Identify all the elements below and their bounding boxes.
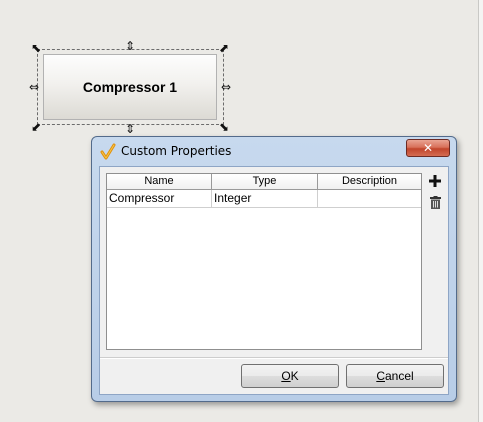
- button-separator: [100, 357, 448, 359]
- close-button[interactable]: ✕: [406, 139, 450, 157]
- dialog-title: Custom Properties: [121, 144, 232, 158]
- resize-handle-bottom-icon[interactable]: ⇕: [123, 122, 137, 136]
- ok-button[interactable]: OK: [241, 364, 339, 388]
- compressor-component[interactable]: Compressor 1: [43, 54, 217, 120]
- plus-icon: [429, 175, 441, 187]
- table-header: Name Type Description: [107, 174, 421, 190]
- cancel-mnemonic: C: [376, 369, 385, 383]
- cell-description[interactable]: [318, 190, 421, 208]
- canvas-scroll-edge: [478, 0, 483, 422]
- brush-check-icon: [100, 143, 116, 161]
- resize-handle-bottom-right-icon[interactable]: ⬊: [217, 120, 231, 134]
- trash-icon: [429, 196, 441, 209]
- component-label: Compressor 1: [82, 79, 178, 95]
- column-header-name[interactable]: Name: [107, 174, 212, 190]
- table-row[interactable]: Compressor Integer: [107, 190, 421, 208]
- delete-property-button[interactable]: [427, 196, 443, 212]
- custom-properties-dialog: Custom Properties ✕ Name Type Descriptio…: [91, 136, 457, 402]
- column-header-type[interactable]: Type: [212, 174, 318, 190]
- dialog-content: Name Type Description Compressor Integer: [99, 166, 449, 395]
- dialog-titlebar[interactable]: Custom Properties ✕: [92, 137, 456, 167]
- close-x-icon: ✕: [422, 141, 434, 155]
- resize-handle-left-icon[interactable]: ⇔: [27, 80, 41, 94]
- resize-handle-right-icon[interactable]: ⇔: [219, 80, 233, 94]
- resize-handle-top-right-icon[interactable]: ⬈: [217, 41, 231, 55]
- column-header-description[interactable]: Description: [318, 174, 421, 190]
- ok-mnemonic: O: [281, 369, 291, 383]
- cancel-button[interactable]: Cancel: [346, 364, 444, 388]
- add-property-button[interactable]: [427, 173, 443, 189]
- cancel-label: ancel: [384, 369, 414, 383]
- resize-handle-top-left-icon[interactable]: ⬉: [29, 41, 43, 55]
- resize-handle-bottom-left-icon[interactable]: ⬋: [29, 120, 43, 134]
- resize-handle-top-icon[interactable]: ⇕: [123, 39, 137, 53]
- properties-table[interactable]: Name Type Description Compressor Integer: [106, 173, 422, 350]
- ok-label: K: [290, 369, 299, 383]
- cell-type[interactable]: Integer: [212, 190, 318, 208]
- cell-name[interactable]: Compressor: [107, 190, 212, 208]
